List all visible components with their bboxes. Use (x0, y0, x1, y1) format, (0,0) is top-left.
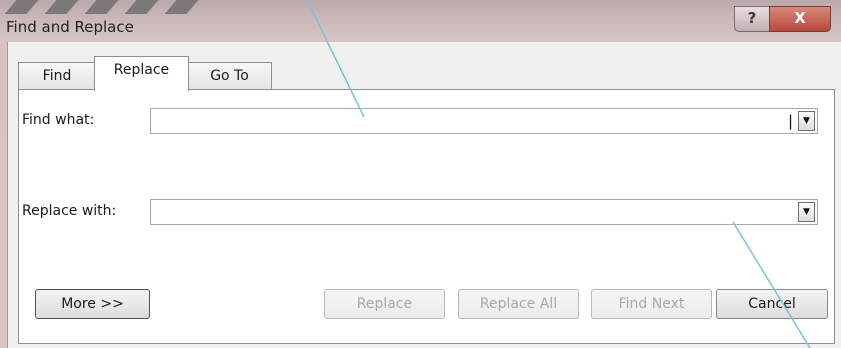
tab-go-to[interactable]: Go To (187, 62, 272, 90)
find-next-button[interactable]: Find Next (591, 289, 712, 319)
tab-replace[interactable]: Replace (94, 56, 189, 91)
tab-find[interactable]: Find (18, 62, 96, 90)
help-button[interactable]: ? (734, 6, 770, 32)
find-what-combobox[interactable]: | ▼ (150, 108, 818, 134)
cancel-button[interactable]: Cancel (716, 289, 828, 319)
find-what-label: Find what: (22, 112, 95, 128)
replace-panel: Find what: | ▼ Replace with: ▼ More >> R… (18, 89, 835, 344)
text-cursor: | (787, 112, 793, 130)
decorative-stripes (0, 0, 210, 14)
replace-dropdown-arrow-icon[interactable]: ▼ (798, 202, 815, 222)
replace-button[interactable]: Replace (324, 289, 445, 319)
find-dropdown-arrow-icon[interactable]: ▼ (798, 111, 815, 131)
close-button[interactable]: X (769, 6, 831, 32)
replace-with-combobox[interactable]: ▼ (150, 199, 818, 225)
dialog-client-area: Find Replace Go To Find what: | ▼ Replac… (7, 42, 841, 348)
replace-all-button[interactable]: Replace All (458, 289, 579, 319)
find-replace-dialog: Find and Replace ? X Find Replace Go To … (0, 0, 841, 348)
window-title: Find and Replace (6, 18, 134, 36)
replace-with-label: Replace with: (22, 203, 117, 219)
more-button[interactable]: More >> (35, 289, 150, 319)
